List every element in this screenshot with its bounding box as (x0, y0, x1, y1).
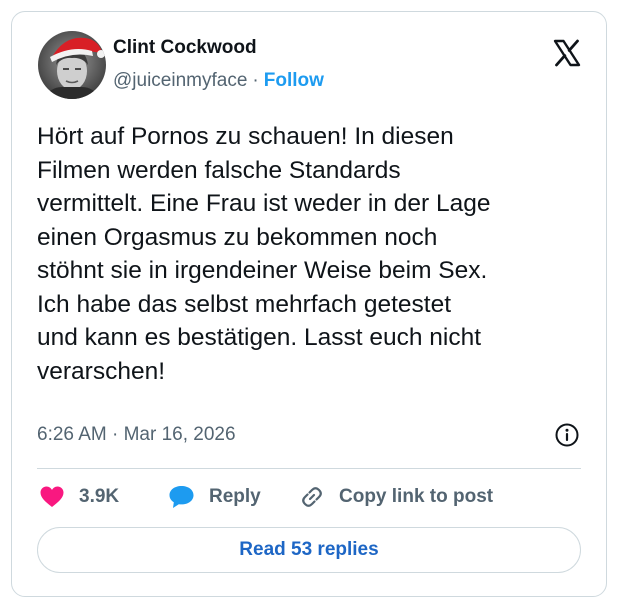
tweet-text-line: einen Orgasmus zu bekommen noch (37, 223, 438, 251)
tweet-text-line: und kann es bestätigen. Lasst euch nicht (37, 324, 482, 351)
tweet-timestamp[interactable]: 6:26 AM · Mar 16, 2026 (37, 424, 236, 446)
author-display-name[interactable]: Clint Cockwood (113, 37, 257, 59)
reply-button[interactable]: Reply (168, 482, 261, 512)
like-count: 3.9K (79, 486, 120, 507)
follow-button[interactable]: Follow (264, 70, 324, 91)
separator-dot: · (252, 70, 259, 91)
link-icon (302, 487, 322, 507)
like-button[interactable]: 3.9K (39, 482, 119, 512)
avatar[interactable] (38, 31, 106, 99)
tweet-text-line: Filmen werden falsche Standards (37, 156, 401, 184)
heart-icon (40, 486, 64, 507)
tweet-text-line: Hört auf Pornos zu schauen! In diesen (37, 123, 454, 150)
copy-link-button[interactable]: Copy link to post (299, 482, 493, 512)
tweet-text-line: Ich habe das selbst mehrfach getestet (37, 290, 452, 318)
x-logo-icon[interactable] (552, 38, 582, 68)
tweet-text-line: stöhnt sie in irgendeiner Weise beim Sex… (37, 257, 488, 284)
speech-bubble-icon (169, 486, 194, 508)
divider (37, 468, 581, 469)
author-handle[interactable]: @juiceinmyface (113, 70, 247, 91)
read-replies-button[interactable]: Read 53 replies (37, 527, 581, 573)
copy-link-label: Copy link to post (339, 486, 494, 507)
reply-label: Reply (209, 486, 261, 507)
tweet-text: Hört auf Pornos zu schauen! In diesen Fi… (37, 120, 597, 388)
author-handle-row: @juiceinmyface · Follow (113, 70, 324, 92)
tweet-text-line: vermittelt. Eine Frau ist weder in der L… (37, 190, 491, 217)
tweet-card: Clint Cockwood @juiceinmyface · Follow Hör… (11, 11, 607, 597)
info-icon[interactable] (554, 422, 580, 448)
tweet-text-line: verarschen! (37, 357, 166, 385)
avatar-image (38, 31, 106, 99)
